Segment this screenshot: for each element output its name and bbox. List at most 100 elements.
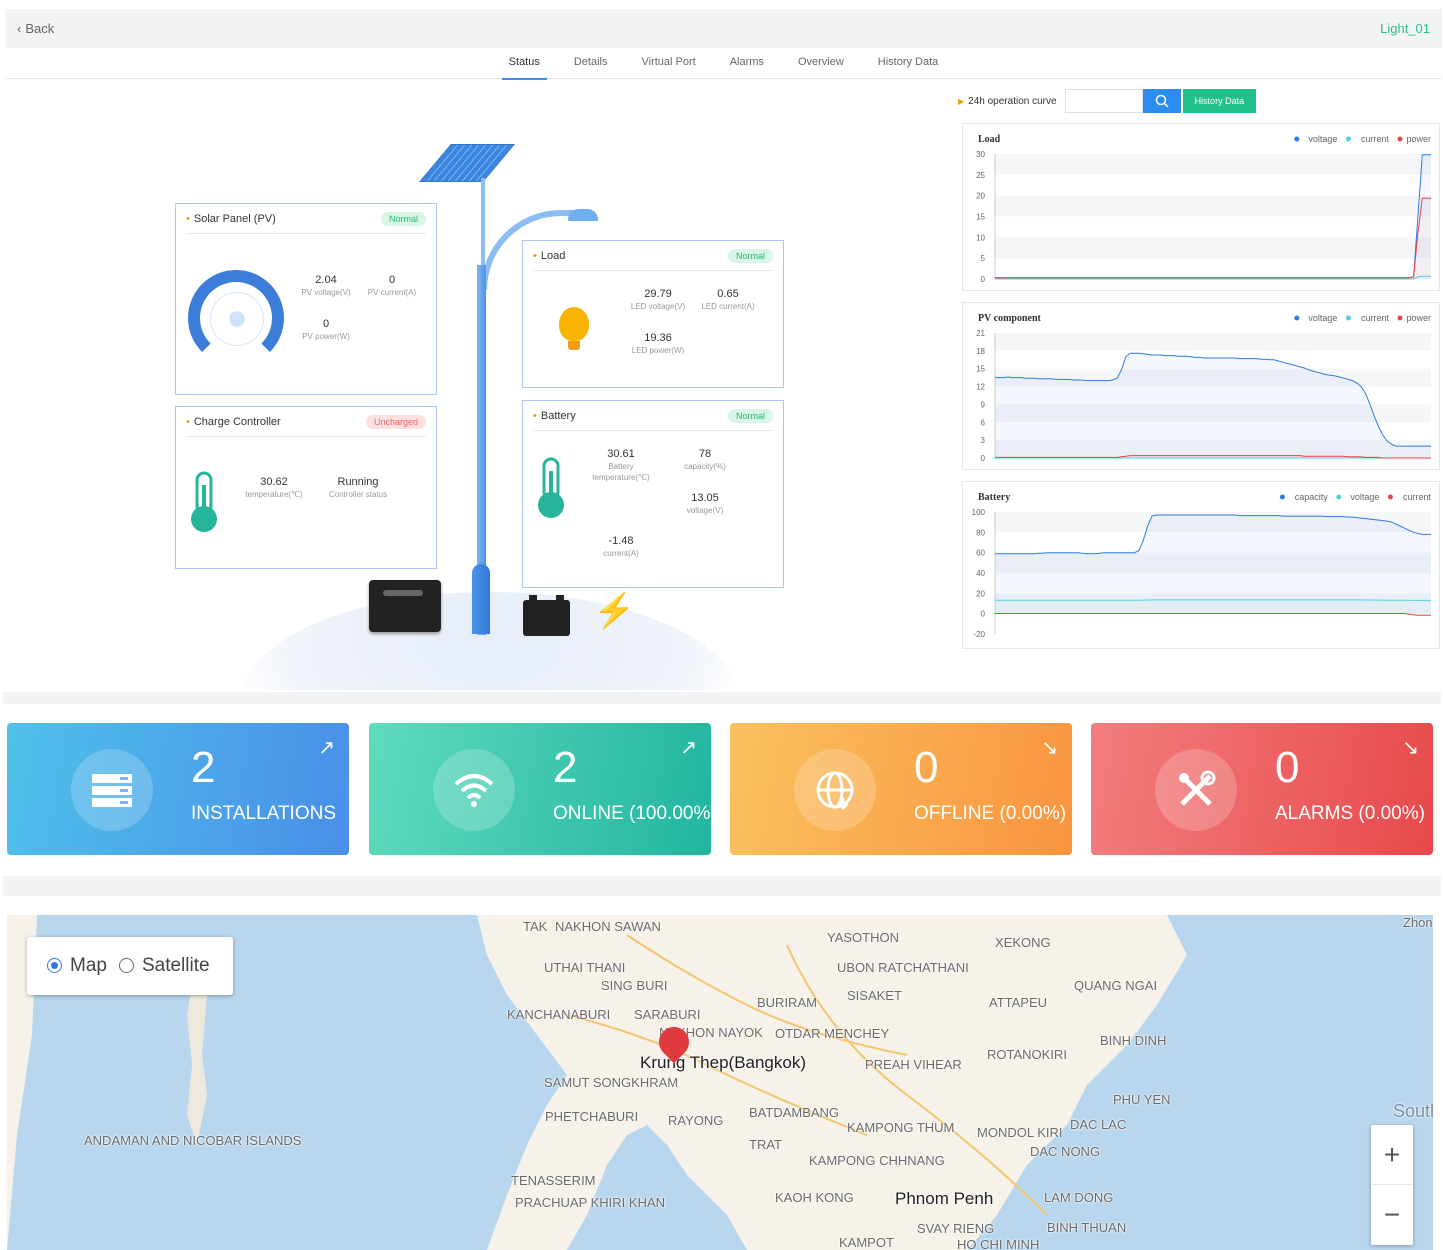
tab-alarms[interactable]: Alarms: [713, 48, 781, 79]
back-button[interactable]: ‹ Back: [17, 21, 54, 36]
legend-label: voltage: [1308, 134, 1337, 144]
legend-dot: [1345, 315, 1351, 321]
y-tick-label: 12: [976, 383, 985, 392]
y-tick-label: 5: [981, 254, 986, 263]
map-region-label: PHU YEN: [1113, 1092, 1171, 1107]
status-badge: Normal: [727, 408, 773, 423]
map-region-label: XEKONG: [995, 935, 1051, 950]
zoom-in-button[interactable]: +: [1371, 1125, 1413, 1185]
search-button[interactable]: [1142, 89, 1181, 113]
map-region-label: RAYONG: [668, 1113, 724, 1128]
y-tick-label: 21: [976, 329, 985, 338]
kpi-online[interactable]: 2 ONLINE (100.00%) ↗: [369, 723, 711, 855]
status-badge: Normal: [727, 248, 773, 263]
solar-panel-illustration: [419, 144, 515, 182]
lamp-head-illustration: [568, 209, 598, 221]
solar-panel-card: • Solar Panel (PV) Normal 2.04 PV voltage(V…: [175, 203, 437, 395]
satellite-option[interactable]: Satellite: [118, 955, 210, 977]
legend-dot: [1397, 136, 1403, 142]
tab-details[interactable]: Details: [557, 48, 625, 79]
wifi-icon: [433, 749, 515, 831]
tab-history-data[interactable]: History Data: [861, 48, 956, 79]
system-diagram: ⚡ • Solar Panel (PV) Normal 2.04 PV voltage…: [5, 80, 950, 690]
grid-band: [995, 154, 1431, 175]
map-region-label: KAMPOT: [839, 1235, 894, 1250]
y-tick-label: 15: [976, 213, 985, 222]
kpi-alarms[interactable]: 0 ALARMS (0.00%) ↘: [1091, 723, 1433, 855]
legend-label: power: [1406, 134, 1431, 144]
legend-label: current: [1403, 492, 1432, 502]
legend-label: current: [1361, 313, 1390, 323]
back-label: Back: [25, 21, 55, 36]
status-badge: Normal: [380, 211, 426, 226]
legend-dot: [1294, 136, 1300, 142]
globe-icon: [794, 749, 876, 831]
operation-title: 24h operation curve: [968, 95, 1057, 107]
status-badge: Uncharged: [365, 414, 426, 429]
chart-title: Load: [978, 134, 1001, 145]
map-region-label: Zhon: [1403, 915, 1433, 930]
caret-right-icon: ▶: [958, 96, 965, 106]
map-option[interactable]: Map: [47, 955, 107, 977]
grid-band: [995, 237, 1431, 259]
led-current: 0.65 LED current(A): [701, 288, 755, 311]
chevron-left-icon: ‹: [17, 21, 22, 36]
controller-illustration: [369, 580, 441, 632]
series-line-voltage: [995, 599, 1431, 601]
y-tick-label: 20: [976, 192, 985, 201]
tab-status[interactable]: Status: [492, 48, 557, 80]
kpi-label: ONLINE (100.00%): [553, 803, 711, 824]
thermometer-icon: [538, 457, 564, 518]
date-input[interactable]: [1064, 89, 1143, 113]
map-region-label: PREAH VIHEAR: [865, 1057, 962, 1072]
battery-current: -1.48 current(A): [603, 535, 639, 558]
legend-label: current: [1361, 134, 1390, 144]
chart-title: Battery: [978, 492, 1010, 503]
grid-band: [995, 195, 1431, 217]
led-power: 19.36 LED power(W): [631, 332, 685, 355]
legend-dot: [1336, 494, 1342, 500]
map-region-label: LAM DONG: [1044, 1190, 1114, 1205]
y-tick-label: 15: [976, 365, 985, 374]
history-data-button[interactable]: History Data: [1182, 89, 1257, 113]
y-tick-label: 0: [981, 454, 986, 463]
zoom-out-button[interactable]: −: [1371, 1185, 1413, 1245]
legend-label: capacity: [1295, 492, 1329, 502]
battery-card: • Battery Normal 30.61 Battery temperature(℃…: [522, 400, 784, 588]
map-region-label: KANCHANABURI: [507, 1007, 611, 1022]
pv-power: 0 PV power(W): [302, 318, 350, 341]
section-divider: [3, 876, 1441, 896]
grid-band: [995, 216, 1431, 238]
map-region-label: ANDAMAN AND NICOBAR ISLANDS: [84, 1133, 302, 1148]
map-region-label: DAC LAC: [1070, 1117, 1127, 1132]
legend-dot: [1387, 494, 1393, 500]
legend-label: voltage: [1308, 313, 1337, 323]
map-region-label: ATTAPEU: [989, 995, 1048, 1010]
tab-virtual-port[interactable]: Virtual Port: [624, 48, 712, 79]
kpi-value: 0: [914, 743, 939, 792]
city-label: Phnom Penh: [895, 1189, 994, 1208]
legend-label: voltage: [1350, 492, 1379, 502]
charge-title: Charge Controller: [193, 415, 281, 428]
tab-overview[interactable]: Overview: [781, 48, 861, 79]
load-card: • Load Normal 29.79 LED voltage(V) 0.65 LED …: [522, 240, 784, 388]
top-bar: ‹ Back Light_01: [5, 9, 1442, 48]
chart-title: PV component: [978, 313, 1042, 324]
kpi-offline[interactable]: 0 OFFLINE (0.00%) ↘: [730, 723, 1072, 855]
led-voltage: 29.79 LED voltage(V): [630, 288, 686, 311]
battery-title: Battery: [540, 409, 576, 422]
kpi-installations[interactable]: 2 INSTALLATIONS ↗: [7, 723, 349, 855]
map-region-label: UTHAI THANI: [544, 960, 626, 975]
map-region-label: YASOTHON: [827, 930, 899, 945]
arrow-up-right-icon: ↗: [680, 737, 697, 759]
device-name: Light_01: [1380, 21, 1430, 36]
series-area: [995, 599, 1431, 614]
map-view[interactable]: Map Satellite TAK NAKHON SAWAN UTHAI THANI…: [7, 915, 1433, 1250]
load-chart: Load power current voltage 30 25 20 15 10 5 0: [962, 123, 1440, 291]
map-region-label: ROTANOKIRI: [987, 1047, 1067, 1062]
zoom-control: + −: [1371, 1125, 1413, 1245]
map-region-label: QUANG NGAI: [1074, 978, 1158, 993]
city-label: Krung Thep(Bangkok): [640, 1053, 807, 1072]
thermometer-icon: [191, 471, 217, 532]
battery-chart: Battery current voltage capacity 100 80 60 40 20…: [962, 481, 1440, 649]
